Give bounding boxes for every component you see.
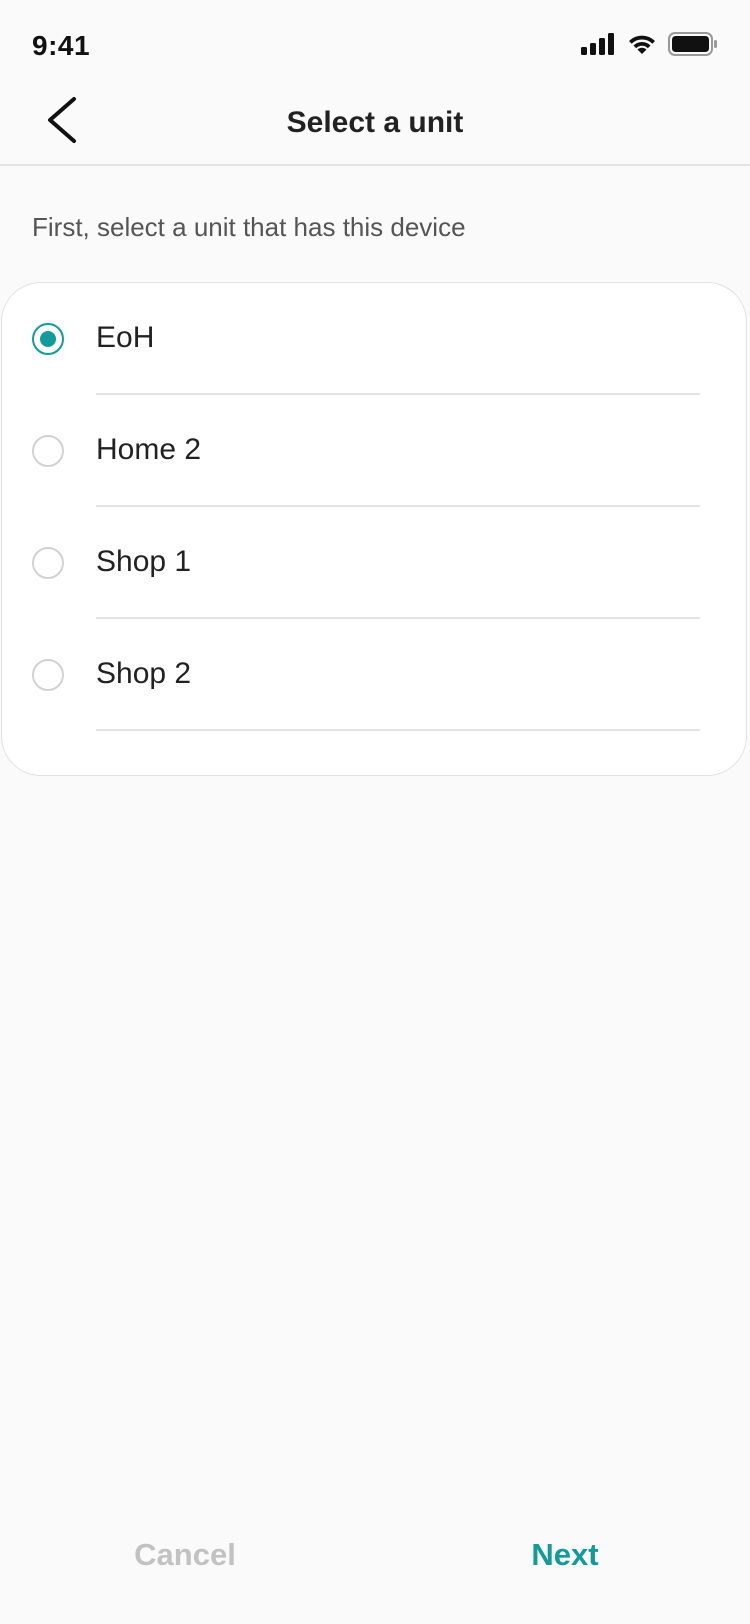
radio-button[interactable] — [32, 435, 64, 467]
cancel-button-label: Cancel — [134, 1537, 236, 1572]
header: Select a unit — [0, 90, 750, 166]
next-button[interactable]: Next — [510, 1510, 620, 1600]
battery-icon — [668, 32, 718, 61]
radio-button[interactable] — [32, 659, 64, 691]
footer-actions: Cancel Next — [0, 1510, 750, 1600]
page-title: Select a unit — [286, 106, 464, 139]
unit-option-home-2[interactable]: Home 2 — [2, 395, 746, 507]
status-icons — [580, 32, 718, 61]
divider — [96, 729, 700, 731]
instruction-text: First, select a unit that has this devic… — [32, 212, 466, 242]
unit-option-shop-2[interactable]: Shop 2 — [2, 619, 746, 731]
unit-option-label: Shop 2 — [96, 657, 192, 690]
unit-list: EoH Home 2 Shop 1 Shop 2 — [2, 283, 746, 731]
unit-option-eoh[interactable]: EoH — [2, 283, 746, 395]
unit-option-shop-1[interactable]: Shop 1 — [2, 507, 746, 619]
wifi-icon — [626, 32, 658, 61]
cancel-button[interactable]: Cancel — [120, 1510, 250, 1600]
status-bar: 9:41 — [0, 0, 750, 90]
unit-option-label: EoH — [96, 321, 155, 354]
signal-icon — [580, 32, 616, 61]
unit-list-card: EoH Home 2 Shop 1 Shop 2 — [1, 282, 747, 776]
unit-option-label: Shop 1 — [96, 545, 192, 578]
radio-button[interactable] — [32, 323, 64, 355]
status-time: 9:41 — [32, 30, 91, 61]
unit-option-label: Home 2 — [96, 433, 202, 466]
radio-button[interactable] — [32, 547, 64, 579]
next-button-label: Next — [531, 1537, 599, 1572]
